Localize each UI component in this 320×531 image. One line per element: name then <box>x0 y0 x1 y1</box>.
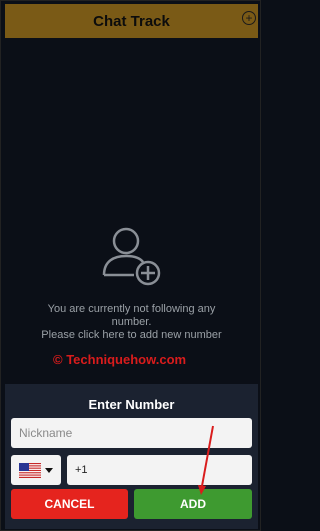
plus-circle-icon[interactable]: + <box>242 11 256 25</box>
app-frame: Chat Track + You are currently not follo… <box>0 0 261 531</box>
watermark: © Techniquehow.com <box>53 352 187 367</box>
us-flag-icon <box>19 462 41 478</box>
country-code-selector[interactable] <box>11 455 61 485</box>
add-user-icon[interactable] <box>96 221 168 293</box>
dialog-title: Enter Number <box>88 397 175 412</box>
cancel-button[interactable]: CANCEL <box>11 489 128 519</box>
empty-message-line-1: You are currently not following any <box>47 303 216 315</box>
phone-number-input[interactable] <box>67 455 252 485</box>
add-button[interactable]: ADD <box>134 489 252 519</box>
app-header: Chat Track + <box>5 4 258 38</box>
enter-number-dialog: Enter Number CANCEL ADD <box>5 384 258 529</box>
empty-message-line-2: number. <box>111 316 152 328</box>
empty-state-illustration[interactable] <box>1 221 260 293</box>
chevron-down-icon <box>45 467 53 473</box>
nickname-input[interactable] <box>11 418 252 448</box>
empty-message-line-3: Please click here to add new number <box>41 329 222 341</box>
empty-state-message[interactable]: You are currently not following any numb… <box>1 303 260 342</box>
page-title: Chat Track <box>93 12 170 30</box>
